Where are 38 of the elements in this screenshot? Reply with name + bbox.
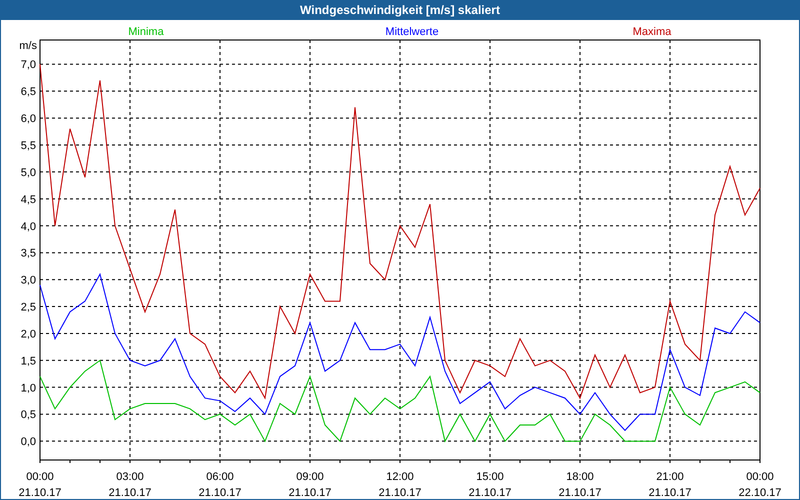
x-tick-date: 21.10.17 — [108, 487, 152, 499]
y-tick-label: 0,5 — [20, 409, 36, 422]
x-tick-date: 21.10.17 — [468, 487, 512, 499]
y-tick-label: 4,0 — [20, 220, 36, 233]
x-tick-date: 22.10.17 — [738, 487, 782, 499]
y-tick-label: 6,5 — [20, 86, 36, 98]
legend-label: Minima — [128, 26, 164, 38]
x-tick-date: 21.10.17 — [198, 487, 242, 499]
y-tick-label: 3,5 — [20, 248, 36, 260]
legend-label: Maxima — [632, 26, 672, 38]
legend-label: Mittelwerte — [385, 26, 439, 38]
window-title: Windgeschwindigkeit [m/s] skaliert — [299, 2, 501, 19]
y-tick-label: 5,0 — [20, 166, 36, 179]
x-tick-date: 21.10.17 — [288, 487, 332, 499]
y-tick-label: 6,0 — [20, 113, 36, 126]
y-tick-label: 3,0 — [20, 274, 36, 287]
x-tick-time: 06:00 — [206, 471, 234, 483]
x-tick-time: 15:00 — [476, 471, 504, 483]
y-tick-label: 2,5 — [20, 302, 36, 314]
y-tick-label: 1,0 — [20, 382, 36, 394]
x-tick-time: 03:00 — [116, 471, 144, 483]
x-tick-time: 00:00 — [26, 471, 54, 483]
y-tick-label: 2,0 — [20, 328, 36, 340]
x-tick-date: 21.10.17 — [378, 487, 422, 499]
x-tick-date: 21.10.17 — [648, 487, 692, 499]
y-tick-label: 0,0 — [20, 436, 36, 448]
x-tick-time: 12:00 — [386, 471, 414, 483]
y-tick-label: 4,5 — [20, 194, 36, 206]
x-tick-date: 21.10.17 — [558, 487, 602, 499]
x-tick-date: 21.10.17 — [18, 487, 62, 499]
x-tick-time: 00:00 — [746, 471, 774, 483]
y-tick-label: 7,0 — [20, 59, 36, 72]
x-tick-time: 09:00 — [296, 471, 324, 483]
x-tick-time: 18:00 — [566, 471, 594, 483]
y-axis-unit: m/s — [19, 40, 37, 52]
x-tick-time: 21:00 — [656, 471, 684, 483]
y-tick-label: 1,5 — [20, 355, 36, 368]
y-tick-label: 5,5 — [20, 140, 36, 152]
